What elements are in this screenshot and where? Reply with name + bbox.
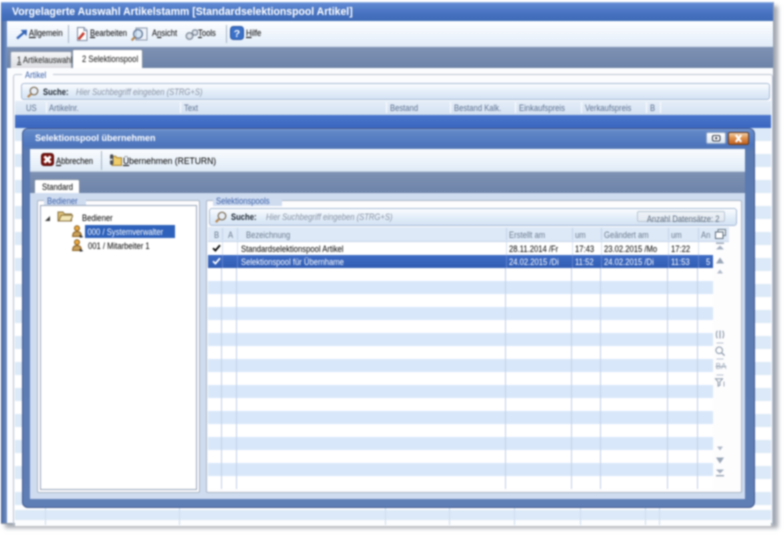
svg-text:?: ? <box>234 28 240 40</box>
